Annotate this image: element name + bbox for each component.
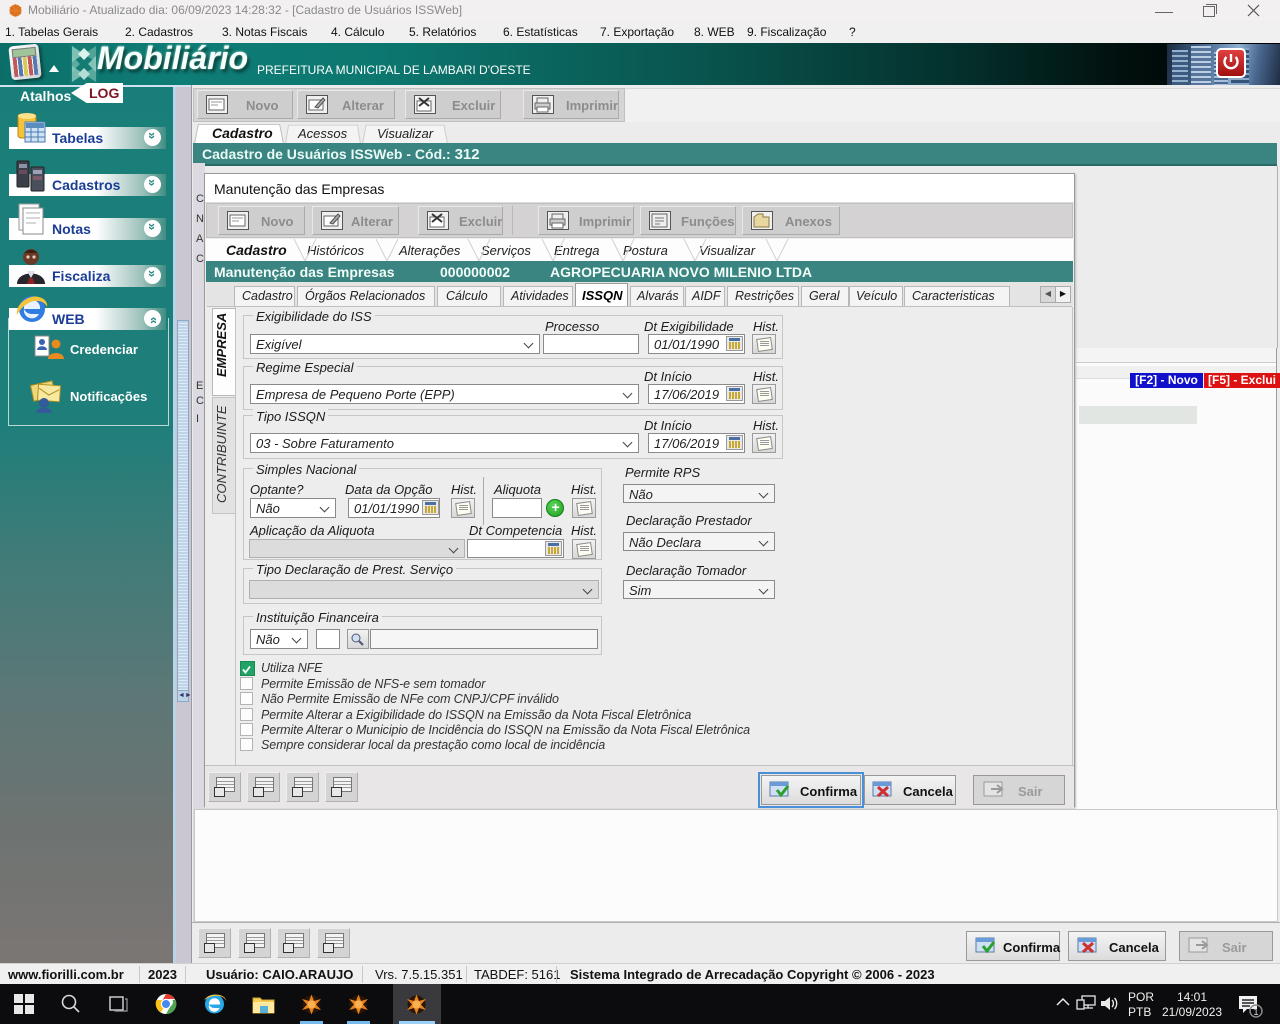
svg-text:1: 1: [1254, 1007, 1259, 1017]
